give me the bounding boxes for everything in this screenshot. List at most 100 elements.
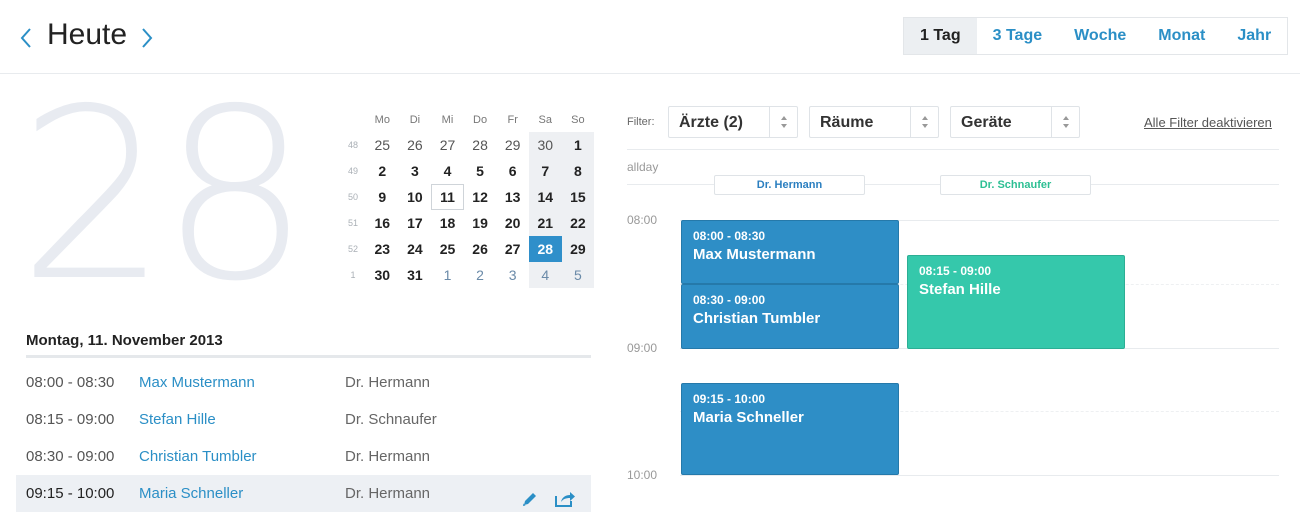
calendar-day-today[interactable]: 28 bbox=[528, 236, 562, 262]
calendar-day[interactable]: 26 bbox=[399, 132, 432, 158]
patient-link[interactable]: Max Mustermann bbox=[139, 364, 255, 401]
divider bbox=[26, 355, 591, 358]
select-arrows-icon bbox=[1051, 107, 1079, 137]
view-3-tage-button[interactable]: 3 Tage bbox=[977, 18, 1059, 54]
calendar-day[interactable]: 5 bbox=[464, 158, 497, 184]
share-icon[interactable] bbox=[554, 485, 576, 507]
doctor-name: Dr. Hermann bbox=[345, 485, 431, 502]
calendar-day[interactable]: 24 bbox=[399, 236, 432, 262]
calendar-day[interactable]: 6 bbox=[496, 158, 529, 184]
calendar-day[interactable]: 3 bbox=[399, 158, 432, 184]
list-item[interactable]: 08:15 - 09:00 Stefan Hille Dr. Schnaufer bbox=[16, 401, 591, 438]
calendar-day[interactable]: 1 bbox=[561, 132, 595, 158]
calendar-day[interactable]: 22 bbox=[561, 210, 595, 236]
time-label: 10:00 bbox=[627, 468, 658, 482]
raeume-select[interactable]: Räume bbox=[809, 106, 939, 138]
calendar-day[interactable]: 3 bbox=[496, 262, 529, 288]
column-header-dr-hermann[interactable]: Dr. Hermann bbox=[714, 175, 865, 195]
mini-calendar: Mo Di Mi Do Fr Sa So 48 25 26 27 28 29 3… bbox=[340, 108, 595, 288]
chevron-left-icon[interactable] bbox=[18, 26, 34, 50]
calendar-day[interactable]: 1 bbox=[431, 262, 464, 288]
calendar-day[interactable]: 14 bbox=[528, 184, 562, 210]
pencil-icon[interactable] bbox=[521, 485, 539, 506]
calendar-day[interactable]: 20 bbox=[496, 210, 529, 236]
calendar-day[interactable]: 23 bbox=[366, 236, 399, 262]
patient-link[interactable]: Stefan Hille bbox=[139, 401, 216, 438]
view-monat-button[interactable]: Monat bbox=[1142, 18, 1221, 54]
calendar-day[interactable]: 31 bbox=[399, 262, 432, 288]
week-number-header bbox=[340, 108, 366, 132]
event-maria-schneller[interactable]: 09:15 - 10:00 Maria Schneller bbox=[681, 383, 899, 475]
calendar-day[interactable]: 17 bbox=[399, 210, 432, 236]
weekday-header: Sa bbox=[538, 114, 552, 126]
doctor-name: Dr. Hermann bbox=[345, 448, 431, 465]
time-label: 09:00 bbox=[627, 341, 658, 355]
view-jahr-button[interactable]: Jahr bbox=[1221, 18, 1287, 54]
event-time: 08:00 - 08:30 bbox=[693, 229, 766, 243]
calendar-day[interactable]: 26 bbox=[464, 236, 497, 262]
doctor-name: Dr. Schnaufer bbox=[345, 411, 437, 428]
week-number: 52 bbox=[347, 244, 358, 254]
appointment-time: 09:15 - 10:00 bbox=[26, 485, 115, 502]
calendar-day[interactable]: 8 bbox=[561, 158, 595, 184]
day-list-title: Montag, 11. November 2013 bbox=[26, 332, 223, 349]
calendar-day[interactable]: 27 bbox=[496, 236, 529, 262]
select-value: Räume bbox=[820, 114, 874, 131]
calendar-day[interactable]: 16 bbox=[366, 210, 399, 236]
column-header-dr-schnaufer[interactable]: Dr. Schnaufer bbox=[940, 175, 1091, 195]
calendar-day[interactable]: 27 bbox=[431, 132, 464, 158]
week-number: 49 bbox=[347, 166, 358, 176]
appointment-time: 08:30 - 09:00 bbox=[26, 448, 115, 465]
calendar-day[interactable]: 25 bbox=[431, 236, 464, 262]
aerzte-select[interactable]: Ärzte (2) bbox=[668, 106, 798, 138]
list-item[interactable]: 08:30 - 09:00 Christian Tumbler Dr. Herm… bbox=[16, 438, 591, 475]
calendar-day[interactable]: 15 bbox=[561, 184, 595, 210]
calendar-day[interactable]: 5 bbox=[561, 262, 595, 288]
reset-filters-link[interactable]: Alle Filter deaktivieren bbox=[1144, 115, 1272, 130]
weekday-header: Do bbox=[473, 114, 488, 126]
calendar-day[interactable]: 4 bbox=[528, 262, 562, 288]
appointment-time: 08:00 - 08:30 bbox=[26, 374, 115, 391]
calendar-day[interactable]: 7 bbox=[528, 158, 562, 184]
calendar-day[interactable]: 2 bbox=[366, 158, 399, 184]
patient-link[interactable]: Christian Tumbler bbox=[139, 438, 257, 475]
calendar-day[interactable]: 9 bbox=[366, 184, 399, 210]
event-time: 09:15 - 10:00 bbox=[693, 392, 766, 406]
hour-line bbox=[680, 475, 1279, 476]
view-woche-button[interactable]: Woche bbox=[1058, 18, 1142, 54]
patient-link[interactable]: Maria Schneller bbox=[139, 475, 243, 512]
event-name: Stefan Hille bbox=[919, 281, 1001, 298]
calendar-day[interactable]: 29 bbox=[561, 236, 595, 262]
list-item[interactable]: 08:00 - 08:30 Max Mustermann Dr. Hermann bbox=[16, 364, 591, 401]
calendar-day-selected[interactable]: 11 bbox=[431, 184, 464, 210]
event-stefan-hille[interactable]: 08:15 - 09:00 Stefan Hille bbox=[907, 255, 1125, 349]
view-switcher: 1 Tag 3 Tage Woche Monat Jahr bbox=[903, 17, 1289, 55]
event-christian-tumbler[interactable]: 08:30 - 09:00 Christian Tumbler bbox=[681, 284, 899, 349]
calendar-day[interactable]: 13 bbox=[496, 184, 529, 210]
calendar-day[interactable]: 4 bbox=[431, 158, 464, 184]
calendar-day[interactable]: 10 bbox=[399, 184, 432, 210]
week-number: 48 bbox=[347, 140, 358, 150]
calendar-day[interactable]: 19 bbox=[464, 210, 497, 236]
calendar-day[interactable]: 30 bbox=[528, 132, 562, 158]
calendar-day[interactable]: 12 bbox=[464, 184, 497, 210]
calendar-day[interactable]: 18 bbox=[431, 210, 464, 236]
calendar-day[interactable]: 2 bbox=[464, 262, 497, 288]
weekday-header: Mo bbox=[374, 114, 390, 126]
calendar-day[interactable]: 29 bbox=[496, 132, 529, 158]
view-1-tag-button[interactable]: 1 Tag bbox=[904, 18, 977, 54]
select-value: Geräte bbox=[961, 114, 1012, 131]
calendar-day[interactable]: 21 bbox=[528, 210, 562, 236]
divider bbox=[627, 149, 1279, 150]
event-time: 08:15 - 09:00 bbox=[919, 264, 992, 278]
geraete-select[interactable]: Geräte bbox=[950, 106, 1080, 138]
list-item-selected[interactable]: 09:15 - 10:00 Maria Schneller Dr. Herman… bbox=[16, 475, 591, 512]
calendar-day[interactable]: 28 bbox=[464, 132, 497, 158]
page-title: Heute bbox=[47, 18, 128, 51]
calendar-day[interactable]: 25 bbox=[366, 132, 399, 158]
calendar-day[interactable]: 30 bbox=[366, 262, 399, 288]
event-max-mustermann[interactable]: 08:00 - 08:30 Max Mustermann bbox=[681, 220, 899, 284]
filter-label: Filter: bbox=[627, 116, 655, 128]
chevron-right-icon[interactable] bbox=[139, 26, 155, 50]
select-arrows-icon bbox=[910, 107, 938, 137]
